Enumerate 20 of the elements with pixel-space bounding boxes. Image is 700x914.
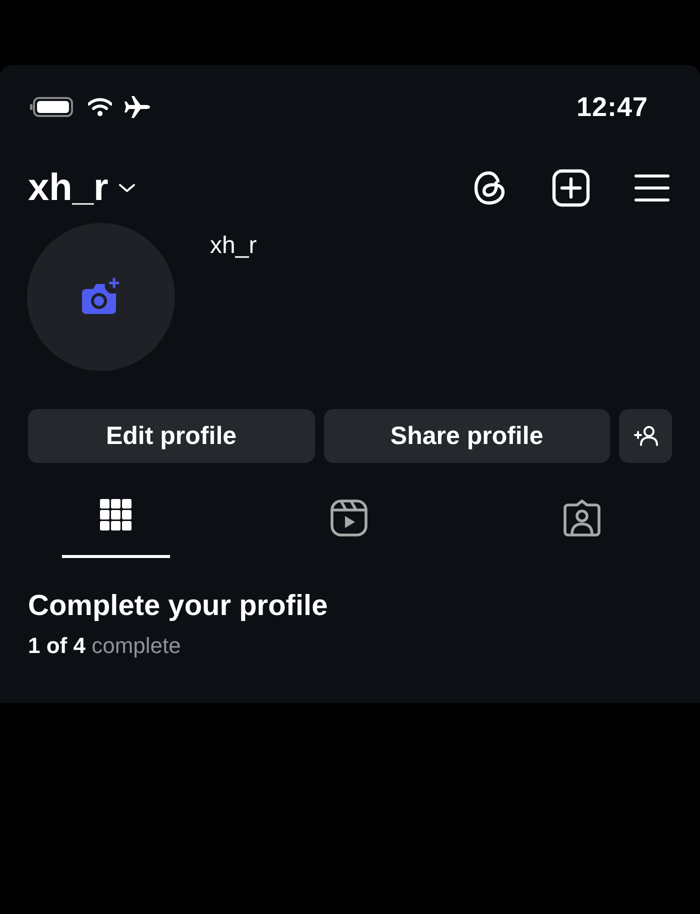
section-title: Complete your profile xyxy=(28,590,328,623)
battery-icon xyxy=(30,96,76,118)
menu-icon[interactable] xyxy=(634,173,670,203)
progress-text: 1 of 4 complete xyxy=(28,633,181,659)
reels-icon xyxy=(330,499,368,537)
add-person-icon xyxy=(632,425,659,447)
share-profile-button[interactable]: Share profile xyxy=(324,409,610,463)
add-person-button[interactable] xyxy=(619,409,672,463)
wifi-icon xyxy=(88,97,112,117)
tagged-person-icon xyxy=(563,499,601,537)
add-icon[interactable] xyxy=(552,169,590,207)
add-photo-icon xyxy=(80,277,122,317)
profile-name: xh_r xyxy=(210,232,257,260)
grid-tab[interactable] xyxy=(62,499,170,558)
edit-profile-button[interactable]: Edit profile xyxy=(28,409,315,463)
account-switcher[interactable]: xh_r xyxy=(28,166,136,210)
chevron-down-icon xyxy=(118,182,136,194)
airplane-icon xyxy=(124,95,152,119)
status-time: 12:47 xyxy=(576,92,648,122)
grid-icon xyxy=(100,499,132,531)
